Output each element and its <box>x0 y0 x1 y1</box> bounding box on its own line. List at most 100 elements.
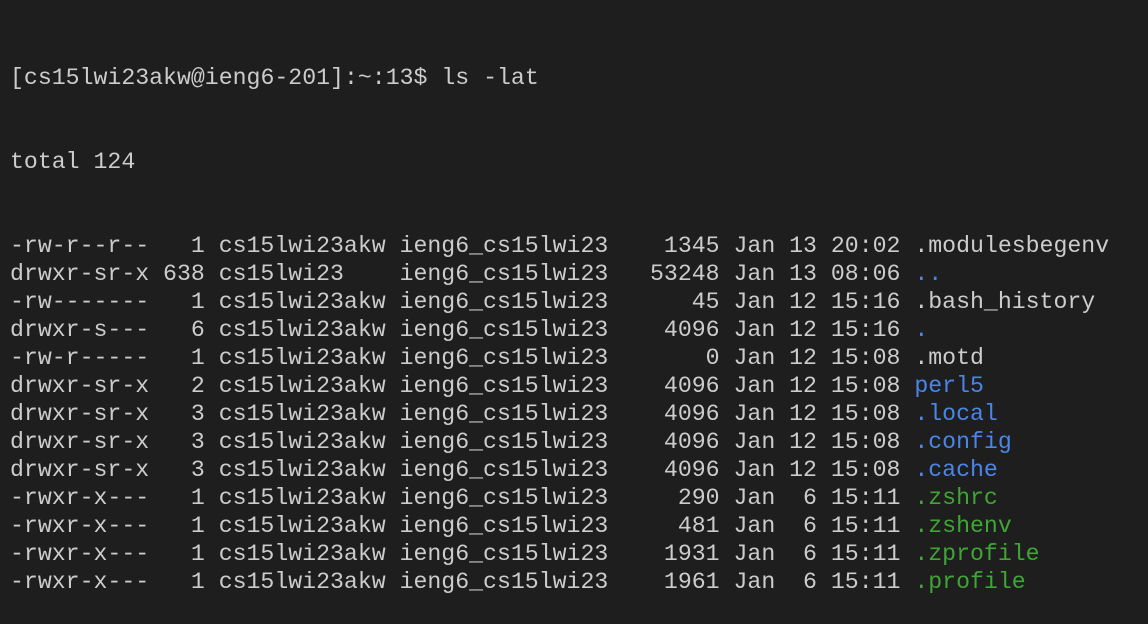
listing-row: drwxr-sr-x 3 cs15lwi23akw ieng6_cs15lwi23 40… <box>10 400 1109 428</box>
entry-time: 20:02 <box>830 233 901 259</box>
entry-day: 6 <box>803 541 817 567</box>
entry-perms: drwxr-sr-x <box>10 373 150 399</box>
listing-row: -rwxr-x--- 1 cs15lwi23akw ieng6_cs15lwi23 48… <box>10 512 1109 540</box>
entry-time: 15:08 <box>830 345 901 371</box>
entry-month: Jan <box>733 485 776 511</box>
entry-size: 1961 <box>663 569 720 595</box>
entry-name: .modulesbegenv <box>914 233 1110 259</box>
listing-row: -rwxr-x--- 1 cs15lwi23akw ieng6_cs15lwi23 19… <box>10 568 1109 596</box>
entry-perms: drwxr-sr-x <box>10 261 150 287</box>
entry-name: .. <box>914 261 943 287</box>
entry-owner: cs15lwi23akw <box>218 289 386 315</box>
entry-size: 4096 <box>663 317 720 343</box>
entry-perms: -rw------- <box>10 289 150 315</box>
entry-name: .cache <box>914 457 998 483</box>
entry-links: 3 <box>190 401 205 427</box>
entry-time: 15:08 <box>830 373 901 399</box>
entry-group: ieng6_cs15lwi23 <box>399 513 609 539</box>
entry-perms: -rwxr-x--- <box>10 513 150 539</box>
entry-time: 15:08 <box>830 457 901 483</box>
entry-day: 6 <box>803 485 817 511</box>
entry-links: 6 <box>190 317 205 343</box>
entry-day: 6 <box>803 569 817 595</box>
entry-owner: cs15lwi23akw <box>218 233 386 259</box>
entry-group: ieng6_cs15lwi23 <box>399 317 609 343</box>
entry-month: Jan <box>733 373 776 399</box>
entry-day: 12 <box>789 289 817 315</box>
entry-owner: cs15lwi23akw <box>218 345 386 371</box>
entry-links: 1 <box>190 289 205 315</box>
entry-links: 3 <box>190 429 205 455</box>
entry-month: Jan <box>733 457 776 483</box>
entry-links: 1 <box>190 541 205 567</box>
entry-time: 15:16 <box>830 289 901 315</box>
listing-row: drwxr-sr-x 3 cs15lwi23akw ieng6_cs15lwi23 40… <box>10 428 1109 456</box>
entry-month: Jan <box>733 261 776 287</box>
entry-name: .motd <box>914 345 984 371</box>
entry-day: 12 <box>789 401 817 427</box>
entry-group: ieng6_cs15lwi23 <box>399 289 609 315</box>
entry-month: Jan <box>733 345 776 371</box>
listing-row: -rw------- 1 cs15lwi23akw ieng6_cs15lwi23 45… <box>10 288 1109 316</box>
entry-name: .bash_history <box>914 289 1096 315</box>
entry-perms: -rwxr-x--- <box>10 485 150 511</box>
entry-size: 45 <box>691 289 720 315</box>
entry-owner: cs15lwi23akw <box>218 457 386 483</box>
entry-links: 3 <box>190 457 205 483</box>
entry-owner: cs15lwi23 <box>218 261 344 287</box>
entry-size: 1345 <box>663 233 720 259</box>
entry-size: 53248 <box>650 261 720 287</box>
entry-day: 13 <box>789 261 817 287</box>
entry-group: ieng6_cs15lwi23 <box>399 345 609 371</box>
entry-links: 1 <box>190 233 205 259</box>
entry-month: Jan <box>733 429 776 455</box>
entry-owner: cs15lwi23akw <box>218 569 386 595</box>
entry-group: ieng6_cs15lwi23 <box>399 457 609 483</box>
entry-perms: -rw-r--r-- <box>10 233 150 259</box>
prompt-line: [cs15lwi23akw@ieng6-201]:~:13$ ls -lat <box>10 64 1109 92</box>
entry-month: Jan <box>733 401 776 427</box>
entry-links: 1 <box>190 569 205 595</box>
entry-links: 1 <box>190 345 205 371</box>
entry-time: 15:11 <box>830 485 901 511</box>
entry-size: 1931 <box>663 541 720 567</box>
entry-group: ieng6_cs15lwi23 <box>399 429 609 455</box>
listing-row: -rw-r----- 1 cs15lwi23akw ieng6_cs15lwi23 0 J… <box>10 344 1109 372</box>
entry-name: .profile <box>914 569 1026 595</box>
entry-name: .zshenv <box>914 513 1012 539</box>
entry-links: 1 <box>190 513 205 539</box>
entry-time: 15:11 <box>830 541 901 567</box>
entry-links: 638 <box>163 261 205 287</box>
entry-perms: drwxr-sr-x <box>10 429 150 455</box>
entry-owner: cs15lwi23akw <box>218 373 386 399</box>
entry-size: 4096 <box>663 429 720 455</box>
entry-group: ieng6_cs15lwi23 <box>399 485 609 511</box>
entry-owner: cs15lwi23akw <box>218 513 386 539</box>
entry-group: ieng6_cs15lwi23 <box>399 373 609 399</box>
entry-time: 15:08 <box>830 429 901 455</box>
entry-month: Jan <box>733 317 776 343</box>
entry-name: . <box>914 317 929 343</box>
entry-owner: cs15lwi23akw <box>218 317 386 343</box>
entry-size: 481 <box>677 513 720 539</box>
prompt: [cs15lwi23akw@ieng6-201]:~:13$ <box>10 65 442 91</box>
entry-size: 4096 <box>663 373 720 399</box>
entry-perms: drwxr-s--- <box>10 317 150 343</box>
listing-row: drwxr-sr-x 638 cs15lwi23 ieng6_cs15lwi23 532… <box>10 260 1109 288</box>
entry-size: 0 <box>705 345 720 371</box>
entry-name: .config <box>914 429 1012 455</box>
entry-time: 15:08 <box>830 401 901 427</box>
entry-month: Jan <box>733 513 776 539</box>
entry-day: 12 <box>789 429 817 455</box>
entry-owner: cs15lwi23akw <box>218 401 386 427</box>
entry-month: Jan <box>733 289 776 315</box>
entry-links: 2 <box>190 373 205 399</box>
entry-group: ieng6_cs15lwi23 <box>399 233 609 259</box>
entry-perms: -rwxr-x--- <box>10 541 150 567</box>
terminal-output[interactable]: [cs15lwi23akw@ieng6-201]:~:13$ ls -lat t… <box>10 8 1109 624</box>
entry-size: 290 <box>677 485 720 511</box>
entry-day: 12 <box>789 317 817 343</box>
entry-owner: cs15lwi23akw <box>218 541 386 567</box>
entry-perms: -rwxr-x--- <box>10 569 150 595</box>
entry-size: 4096 <box>663 401 720 427</box>
